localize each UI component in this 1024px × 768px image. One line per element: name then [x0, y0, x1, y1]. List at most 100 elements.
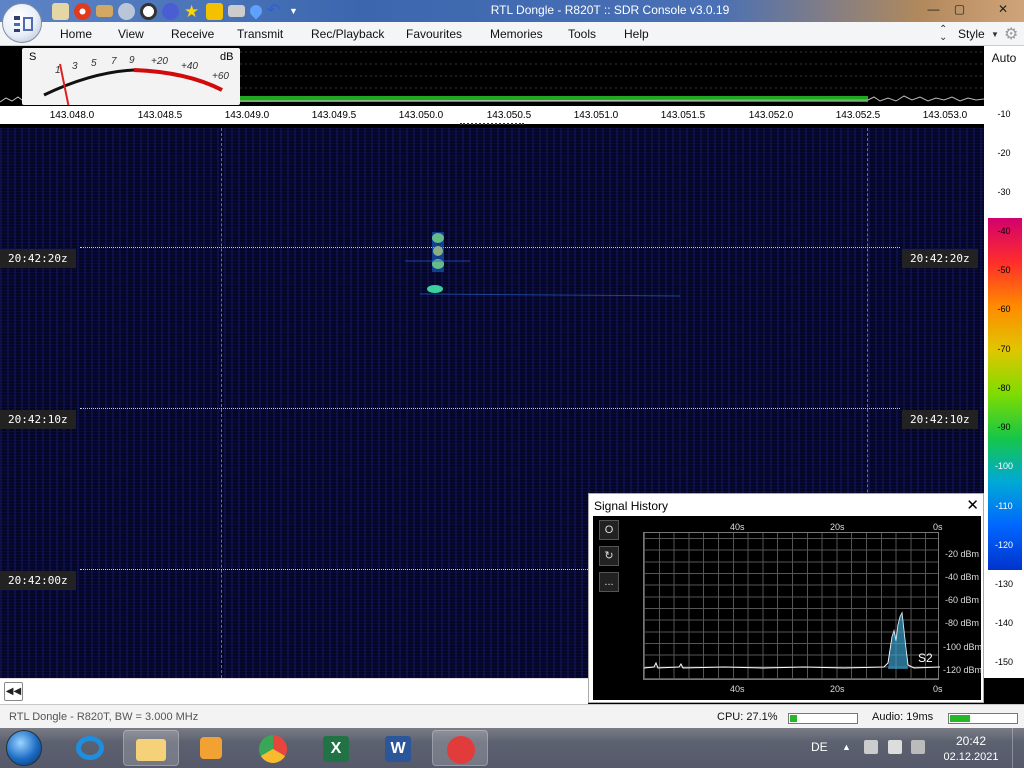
dbm-tick: -60 dBm: [945, 595, 980, 605]
signal-history-trace: [644, 611, 940, 669]
cpu-status: CPU: 27.1%: [717, 711, 778, 723]
more-button[interactable]: ...: [599, 572, 619, 592]
language-indicator[interactable]: DE: [811, 740, 828, 754]
level-tick: -110: [995, 501, 1013, 511]
level-tick: -60: [997, 304, 1011, 314]
audio-status: Audio: 19ms: [872, 711, 934, 723]
camera-icon[interactable]: [228, 5, 245, 17]
lifebuoy-icon[interactable]: [74, 2, 91, 20]
tray-flag-icon[interactable]: [888, 740, 902, 754]
stop-icon[interactable]: [140, 2, 157, 20]
frequency-tick: 143.051.0: [573, 110, 619, 121]
style-menu[interactable]: Style: [958, 27, 985, 41]
drop-icon[interactable]: [247, 2, 265, 20]
chevron-down-icon[interactable]: ▼: [991, 30, 999, 39]
sdr-console-taskbar-icon[interactable]: [432, 730, 488, 766]
s-meter: S dB 1 3 5 7 9 +20 +40 +60: [22, 48, 240, 105]
word-icon[interactable]: W: [370, 730, 426, 766]
window-title: RTL Dongle - R820T :: SDR Console v3.0.1…: [490, 3, 730, 17]
time-tick-top: 40s: [730, 522, 745, 532]
level-tick: -70: [997, 344, 1011, 354]
tab-home[interactable]: Home: [60, 27, 92, 41]
tab-view[interactable]: View: [118, 27, 144, 41]
frequency-tick: 143.049.5: [311, 110, 357, 121]
close-button[interactable]: ✕: [984, 0, 1022, 20]
device-status: RTL Dongle - R820T, BW = 3.000 MHz: [9, 711, 199, 723]
signal-history-plot: S2: [643, 532, 940, 680]
start-button[interactable]: [6, 730, 42, 766]
cpu-meter: [788, 713, 858, 724]
app-menu-button[interactable]: [2, 3, 42, 43]
chevron-down-icon[interactable]: ▼: [289, 3, 306, 20]
level-tick: -50: [997, 265, 1011, 275]
audio-meter: [948, 713, 1018, 724]
frequency-tick: 143.049.0: [224, 110, 270, 121]
frequency-tick: 143.053.0: [922, 110, 968, 121]
gear-icon[interactable]: ⚙: [1004, 24, 1018, 44]
play-icon[interactable]: [118, 2, 135, 20]
tab-favourites[interactable]: Favourites: [406, 27, 462, 41]
lock-icon[interactable]: [206, 2, 223, 20]
ribbon-tabs: Home View Receive Transmit Rec/Playback …: [0, 22, 1024, 46]
show-desktop-button[interactable]: [1012, 728, 1024, 768]
tab-transmit[interactable]: Transmit: [237, 27, 283, 41]
time-tick-bottom: 0s: [933, 684, 943, 694]
home-icon[interactable]: [52, 2, 69, 20]
tab-tools[interactable]: Tools: [568, 27, 596, 41]
time-tick-top: 20s: [830, 522, 845, 532]
clock-time[interactable]: 20:42: [941, 734, 1001, 748]
level-tick: -30: [997, 187, 1011, 197]
level-tick: -90: [997, 422, 1011, 432]
close-icon[interactable]: ✕: [966, 496, 979, 514]
internet-explorer-icon[interactable]: [62, 730, 118, 766]
tab-rec-playback[interactable]: Rec/Playback: [311, 27, 384, 41]
folder-icon[interactable]: [96, 5, 113, 17]
spectrum-display[interactable]: S dB 1 3 5 7 9 +20 +40 +60: [0, 46, 984, 106]
tab-memories[interactable]: Memories: [490, 27, 543, 41]
dbm-tick: -100 dBm: [943, 642, 983, 652]
frequency-tick: 143.051.5: [660, 110, 706, 121]
level-tick: -40: [997, 226, 1011, 236]
excel-icon[interactable]: X: [308, 730, 364, 766]
auto-scale-button[interactable]: Auto: [984, 51, 1024, 65]
splitter-handle[interactable]: [460, 123, 524, 126]
level-tick: -10: [997, 109, 1011, 119]
record-button[interactable]: O: [599, 520, 619, 540]
s-reading: S2: [918, 651, 933, 665]
chrome-icon[interactable]: [246, 730, 302, 766]
dbm-tick: -80 dBm: [945, 618, 980, 628]
rewind-icon[interactable]: ◀◀: [4, 682, 23, 701]
frequency-tick: 143.048.5: [137, 110, 183, 121]
time-tick-bottom: 40s: [730, 684, 745, 694]
frequency-axis: 143.048.0 143.048.5 143.049.0 143.049.5 …: [0, 106, 984, 126]
dbm-tick: -120 dBm: [943, 665, 983, 675]
tray-chevron-icon[interactable]: ▲: [842, 742, 851, 752]
tab-help[interactable]: Help: [624, 27, 649, 41]
audio-meter-fill: [950, 715, 970, 722]
file-explorer-icon[interactable]: [123, 730, 179, 766]
s-meter-arc: [43, 63, 223, 105]
undo-icon[interactable]: ↶: [267, 2, 284, 20]
add-icon[interactable]: [162, 2, 179, 20]
level-scale[interactable]: Auto -10 -20 -30 -40 -50 -60 -70 -80 -90…: [984, 46, 1024, 678]
maximize-button[interactable]: ▢: [946, 0, 973, 20]
frequency-tick: 143.050.5: [486, 110, 532, 121]
cpu-meter-fill: [790, 715, 797, 722]
frequency-tick: 143.048.0: [49, 110, 95, 121]
title-bar: ★ ↶ ▼ RTL Dongle - R820T :: SDR Console …: [0, 0, 1024, 22]
signal-history-title: Signal History: [594, 499, 669, 513]
tray-network-icon[interactable]: [911, 740, 925, 754]
time-tick-top: 0s: [933, 522, 943, 532]
sort-icon[interactable]: ⌃ ⌄: [939, 25, 947, 43]
reset-button[interactable]: ↻: [599, 546, 619, 566]
clock-date[interactable]: 02.12.2021: [941, 751, 1001, 763]
media-player-icon[interactable]: [184, 730, 240, 766]
level-tick: -130: [994, 579, 1013, 589]
tray-device-icon[interactable]: [864, 740, 878, 754]
star-icon[interactable]: ★: [184, 3, 201, 20]
frequency-tick: 143.050.0: [398, 110, 444, 121]
windows-taskbar: X W DE ▲ 20:42 02.12.2021: [0, 728, 1024, 768]
frequency-tick: 143.052.0: [748, 110, 794, 121]
minimize-button[interactable]: —: [920, 0, 947, 20]
tab-receive[interactable]: Receive: [171, 27, 214, 41]
